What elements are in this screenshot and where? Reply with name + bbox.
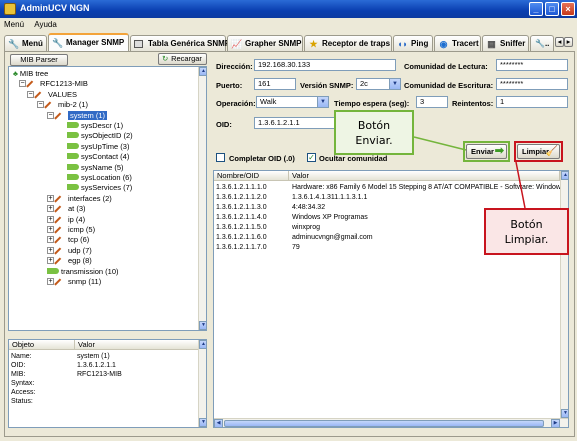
limpiar-callout: Botón Limpiar. bbox=[484, 208, 569, 255]
limpiar-callout-line bbox=[515, 161, 526, 209]
enviar-callout: Botón Enviar. bbox=[334, 110, 414, 155]
enviar-callout-line bbox=[413, 136, 467, 151]
